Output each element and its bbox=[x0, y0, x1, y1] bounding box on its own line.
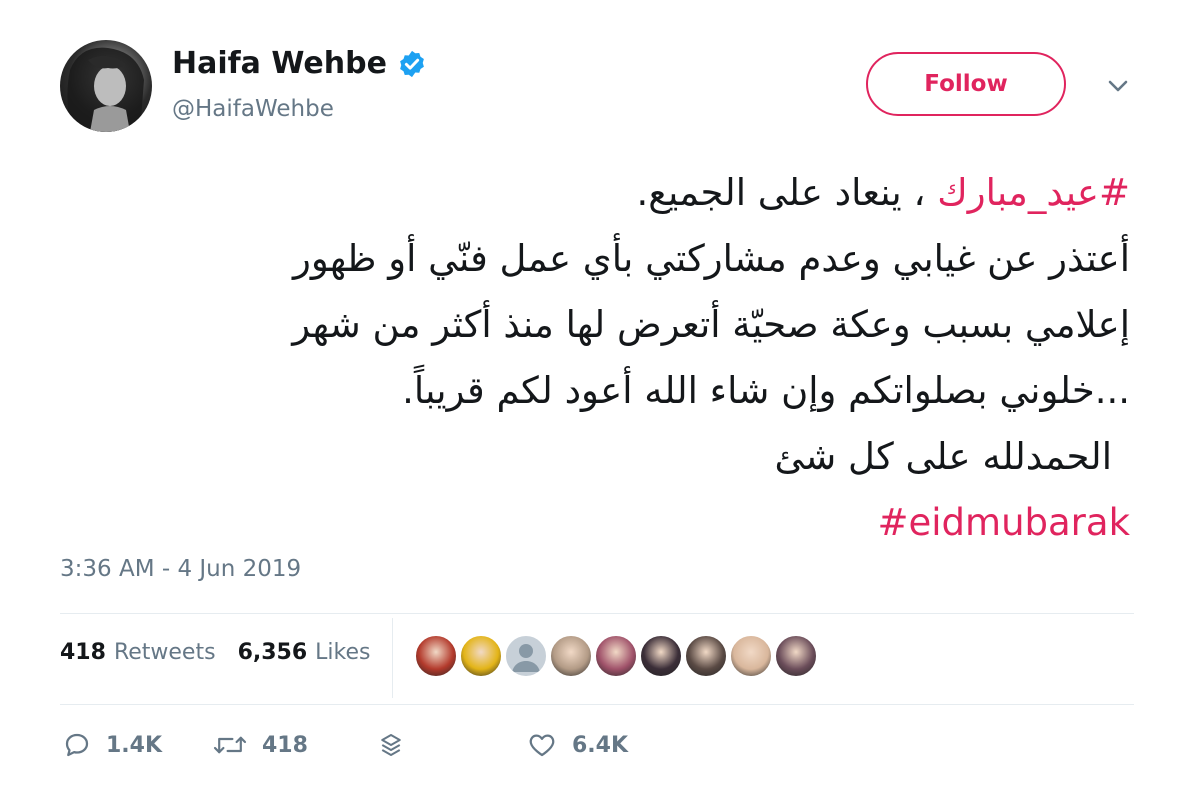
reply-button[interactable]: 1.4K bbox=[62, 730, 212, 760]
retweet-icon bbox=[213, 736, 247, 754]
likes-count: 6,356 bbox=[237, 640, 308, 665]
retweets-count: 418 bbox=[60, 640, 106, 665]
default-avatar-icon[interactable] bbox=[504, 634, 548, 678]
liked-by-avatars bbox=[414, 634, 819, 678]
tweet-line: ...خلوني بصلواتكم وإن شاء الله أعود لكم … bbox=[402, 369, 1130, 412]
tweet-line: الحمدلله على كل شئ bbox=[774, 435, 1112, 478]
retweets-label: Retweets bbox=[113, 640, 216, 665]
tweet-line: #عيد_مبارك ، ينعاد على الجميع. bbox=[130, 160, 1130, 226]
profile-avatar[interactable] bbox=[60, 40, 152, 132]
hashtag-link[interactable]: #eidmubarak bbox=[878, 501, 1131, 544]
display-name-row[interactable]: Haifa Wehbe bbox=[172, 46, 427, 81]
verified-badge-icon bbox=[400, 50, 424, 77]
liker-avatar-8[interactable] bbox=[729, 634, 773, 678]
divider bbox=[60, 613, 1134, 614]
retweets-stat[interactable]: 418 Retweets bbox=[60, 640, 216, 665]
tweet-line-text: ، ينعاد على الجميع. bbox=[636, 171, 938, 214]
retweet-button[interactable]: 418 bbox=[212, 730, 376, 760]
hashtag-link[interactable]: #عيد_مبارك bbox=[937, 171, 1130, 214]
liker-avatar-6[interactable] bbox=[639, 634, 683, 678]
follow-button[interactable]: Follow bbox=[866, 52, 1066, 116]
liker-avatar-7[interactable] bbox=[684, 634, 728, 678]
reply-icon bbox=[65, 733, 89, 757]
likes-label: Likes bbox=[315, 640, 371, 665]
liker-avatar-2[interactable] bbox=[459, 634, 503, 678]
tweet-line: إعلامي بسبب وعكة صحيّة أتعرض لها منذ أكث… bbox=[292, 303, 1130, 346]
layers-icon bbox=[381, 734, 401, 756]
retweet-count: 418 bbox=[262, 732, 308, 758]
like-count: 6.4K bbox=[572, 732, 629, 758]
like-button[interactable]: 6.4K bbox=[526, 730, 628, 760]
liker-avatar-1[interactable] bbox=[414, 634, 458, 678]
liker-avatar-5[interactable] bbox=[594, 634, 638, 678]
user-handle[interactable]: @HaifaWehbe bbox=[172, 96, 334, 122]
chevron-down-icon[interactable] bbox=[1104, 76, 1132, 96]
tweet-actions: 1.4K 418 6.4K bbox=[62, 730, 628, 760]
share-via-dm-button[interactable] bbox=[376, 730, 526, 760]
stats-separator bbox=[392, 618, 393, 698]
tweet-stats: 418 Retweets 6,356 Likes bbox=[60, 640, 392, 665]
likes-stat[interactable]: 6,356 Likes bbox=[238, 640, 371, 665]
display-name[interactable]: Haifa Wehbe bbox=[172, 46, 387, 81]
liker-avatar-4[interactable] bbox=[549, 634, 593, 678]
reply-count: 1.4K bbox=[106, 732, 163, 758]
tweet-line: #eidmubarak bbox=[130, 490, 1131, 556]
tweet-text: #عيد_مبارك ، ينعاد على الجميع. أعتذر عن … bbox=[130, 160, 1130, 556]
liker-avatar-9[interactable] bbox=[774, 634, 818, 678]
tweet-timestamp[interactable]: 3:36 AM - 4 Jun 2019 bbox=[60, 556, 301, 582]
divider bbox=[60, 704, 1134, 705]
heart-icon bbox=[529, 734, 555, 757]
tweet-line: أعتذر عن غيابي وعدم مشاركتي بأي عمل فنّي… bbox=[292, 237, 1130, 280]
